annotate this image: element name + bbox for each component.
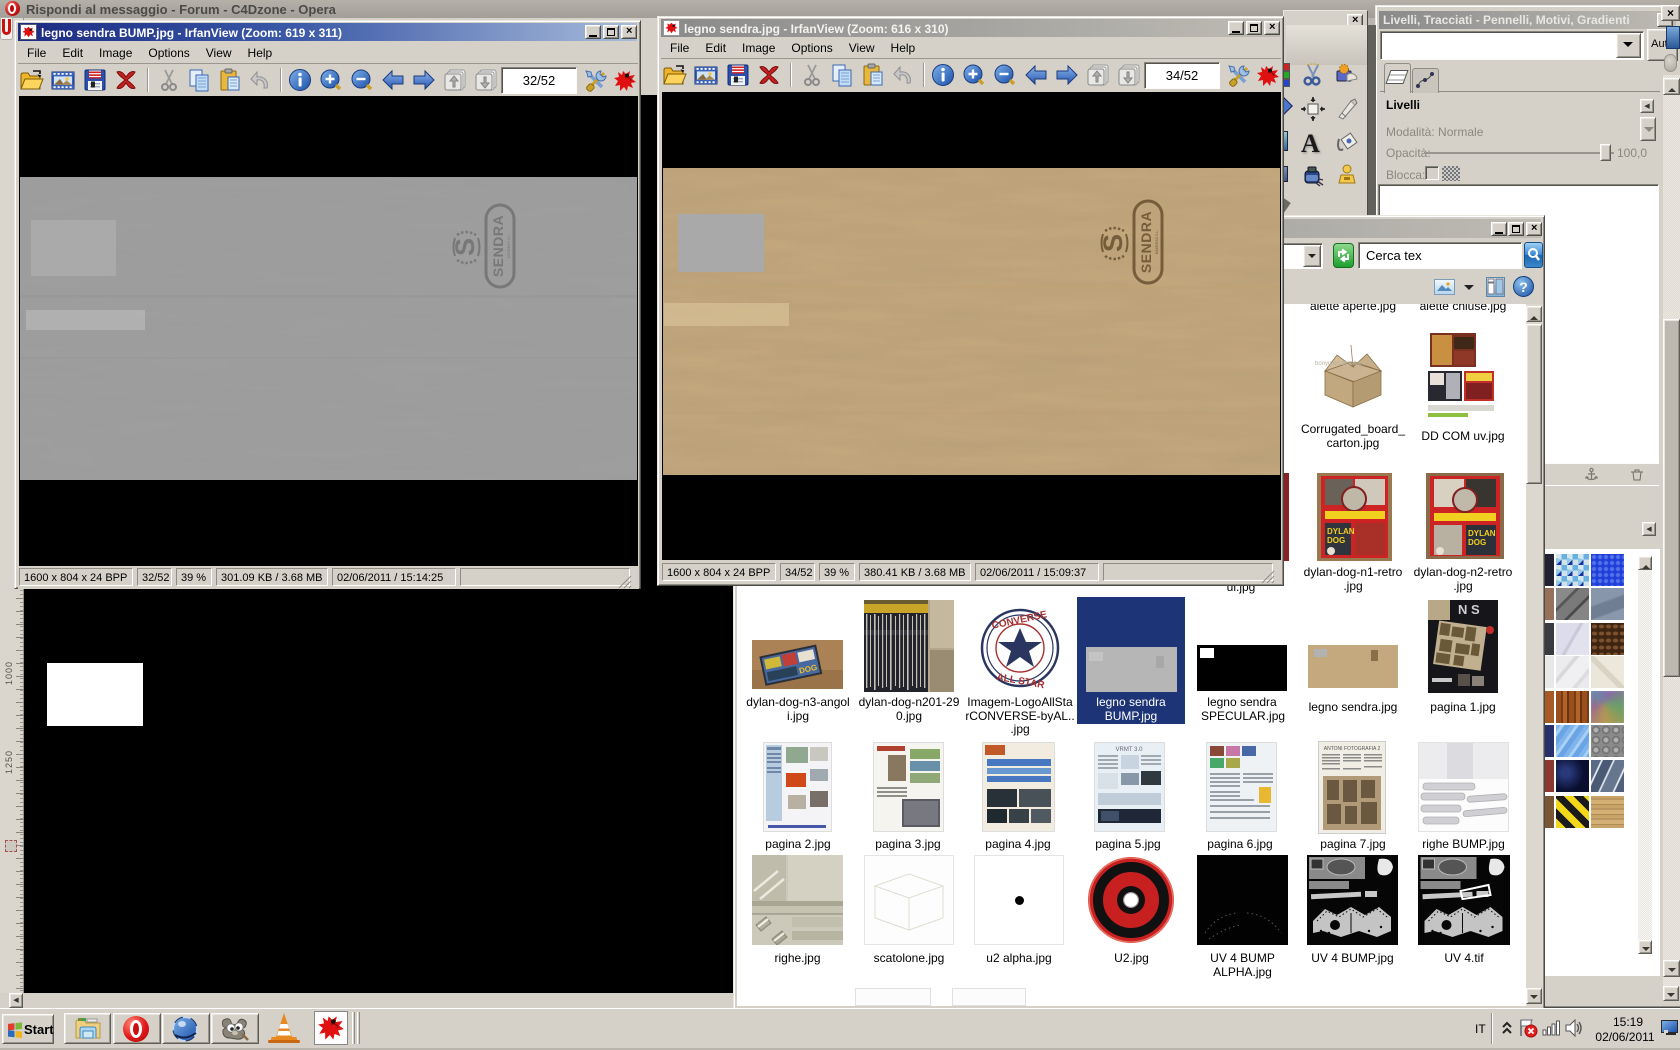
svg-text:DYLAN: DYLAN <box>1468 529 1496 538</box>
svg-text:CONVERSE: CONVERSE <box>991 609 1049 631</box>
svg-text:DYLAN: DYLAN <box>1327 527 1355 536</box>
svg-text:DOG: DOG <box>1327 536 1345 545</box>
svg-text:VRMT 3.0: VRMT 3.0 <box>1116 747 1144 753</box>
svg-text:ANTONI FOTOGRAFIA 2: ANTONI FOTOGRAFIA 2 <box>1324 746 1381 752</box>
svg-text:DOG: DOG <box>1468 538 1486 547</box>
svg-text:bonyu.en.alibaba.com: bonyu.en.alibaba.com <box>1315 361 1374 367</box>
svg-text:N S: N S <box>1458 602 1480 617</box>
